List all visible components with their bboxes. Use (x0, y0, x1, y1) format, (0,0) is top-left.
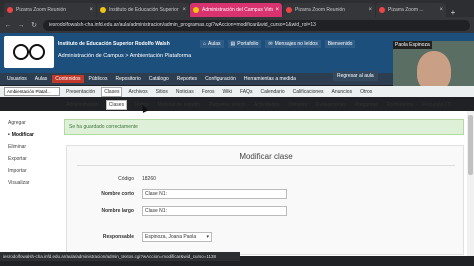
browser-tab[interactable]: Pizarra Zoom Reunión × (4, 3, 96, 17)
browser-tab[interactable]: Pizarra Zoom Reunión × (283, 3, 375, 17)
scrollbar-thumb[interactable] (468, 115, 473, 175)
left-menu: Agregar Modificar Eliminar Exportar Impo… (6, 117, 56, 189)
class-select[interactable]: Ambientación Plataf... (4, 87, 60, 96)
edit-class-form: Modificar clase Código 18260 Nombre cort… (66, 145, 464, 255)
tool-wiki[interactable]: Wiki (220, 88, 233, 96)
action-clases[interactable]: Clases (105, 99, 128, 110)
codigo-label: Código (118, 176, 134, 182)
tool-sitios[interactable]: Sitios (154, 88, 170, 96)
browser-tab[interactable]: Instituto de Educación Superior ... × (97, 3, 189, 17)
zoom-icon (7, 7, 13, 13)
close-icon[interactable]: × (439, 7, 443, 13)
link-status-bar: iesrodolfowalsh-cha.infd.edu.ar/aula/adm… (0, 252, 240, 261)
nombre-corto-input[interactable]: Clase N1: (142, 189, 287, 199)
tool-clases[interactable]: Clases (101, 86, 123, 97)
institution-logo (4, 36, 54, 68)
nombre-largo-row: Nombre largo Clase N1: (67, 206, 465, 216)
return-to-class-button[interactable]: Regresar al aula (333, 71, 378, 81)
responsable-row: Responsable Espinoza, Joana Paola ▾ (67, 232, 465, 242)
aulas-button[interactable]: ⌂ Aulas (200, 40, 224, 48)
action-actividades[interactable]: Actividades (252, 101, 282, 109)
action-recursos-lti[interactable]: Recursos LTI (420, 101, 453, 109)
menu-exportar[interactable]: Exportar (6, 153, 56, 165)
close-icon[interactable]: × (275, 7, 279, 13)
video-name-label: Paola Espinoza (393, 41, 432, 49)
nombre-corto-row: Nombre corto Clase N1: (67, 189, 465, 199)
portafolio-button[interactable]: ▤ Portafolio (227, 40, 262, 48)
tool-anuncios[interactable]: Anuncios (330, 88, 355, 96)
institution-name: Instituto de Educación Superior Rodolfo … (58, 41, 170, 47)
nav-configuracion[interactable]: Configuración (202, 75, 239, 83)
nombre-corto-label: Nombre corto (101, 191, 134, 197)
browser-tab-bar: Pizarra Zoom Reunión × Instituto de Educa… (0, 0, 474, 17)
folder-icon: ▤ (230, 41, 236, 47)
tool-presentacion[interactable]: Presentación (64, 88, 97, 96)
nav-usuarios[interactable]: Usuarios (4, 75, 30, 83)
action-debates[interactable]: Debates (287, 101, 310, 109)
browser-tab-active[interactable]: Administración del Campus Virtual × (190, 3, 282, 17)
action-scorm[interactable]: Paquetes scorm (207, 101, 247, 109)
tool-calificaciones[interactable]: Calificaciones (291, 88, 326, 96)
tool-otros[interactable]: Otros (358, 88, 374, 96)
content-action-bar: Administración Clases Textos Material de… (64, 99, 474, 110)
success-alert: Se ha guardado correctamente (64, 119, 464, 135)
tool-archivos[interactable]: Archivos (126, 88, 149, 96)
zoom-icon (286, 7, 292, 13)
glasses-logo-icon (13, 44, 45, 60)
tool-foros[interactable]: Foros (200, 88, 217, 96)
home-icon: ⌂ (203, 41, 207, 47)
site-icon (193, 7, 199, 13)
menu-importar[interactable]: Importar (6, 165, 56, 177)
nav-herramientas[interactable]: Herramientas a medida (241, 75, 299, 83)
nombre-largo-label: Nombre largo (101, 208, 134, 214)
nav-publicos[interactable]: Públicos (86, 75, 111, 83)
address-bar-row: ← → ↻ iesrodolfowalsh-cha.infd.edu.ar/au… (0, 17, 474, 33)
action-evaluaciones[interactable]: Evaluaciones (314, 101, 348, 109)
new-tab-button[interactable]: + (447, 8, 459, 17)
action-preguntas[interactable]: Preguntas (353, 101, 380, 109)
tool-calendario[interactable]: Calendario (258, 88, 286, 96)
form-title: Modificar clase (239, 152, 293, 161)
tool-noticias[interactable]: Noticias (174, 88, 196, 96)
user-menu-button[interactable]: Bienvenido (324, 40, 356, 48)
menu-eliminar[interactable]: Eliminar (6, 141, 56, 153)
close-icon[interactable]: × (89, 7, 93, 13)
url-input[interactable]: iesrodolfowalsh-cha.infd.edu.ar/aula/adm… (43, 19, 470, 31)
close-icon[interactable]: × (368, 7, 372, 13)
zoom-icon (379, 7, 385, 13)
nav-aulas[interactable]: Aulas (32, 75, 51, 83)
reload-icon[interactable]: ↻ (30, 21, 38, 29)
responsable-label: Responsable (102, 234, 134, 240)
nav-reportes[interactable]: Reportes (174, 75, 200, 83)
action-administracion[interactable]: Administración (64, 101, 101, 109)
person-face (417, 51, 451, 91)
menu-agregar[interactable]: Agregar (6, 117, 56, 129)
menu-visualizar[interactable]: Visualizar (6, 177, 56, 189)
mail-icon: ✉ (268, 41, 273, 47)
responsable-select[interactable]: Espinoza, Joana Paola ▾ (142, 232, 212, 242)
codigo-row: Código 18260 (67, 174, 465, 184)
nombre-largo-input[interactable]: Clase N1: (142, 206, 287, 216)
tools-row: Ambientación Plataf... Presentación Clas… (0, 86, 474, 97)
tool-faqs[interactable]: FAQs (238, 88, 255, 96)
main-content: Agregar Modificar Eliminar Exportar Impo… (0, 111, 474, 256)
divider (77, 165, 455, 166)
chevron-down-icon: ▾ (206, 234, 209, 240)
action-material[interactable]: Material de estudio (156, 101, 202, 109)
codigo-value: 18260 (142, 176, 156, 182)
back-icon[interactable]: ← (4, 22, 12, 29)
header-buttons: ⌂ Aulas ▤ Portafolio ✉ Mensajes no leídos B… (200, 40, 356, 48)
admin-breadcrumb: Administración de Campus > Ambientación … (58, 53, 192, 59)
nav-contenidos[interactable]: Contenidos (52, 75, 84, 83)
site-icon (100, 7, 106, 13)
browser-tab[interactable]: Pizarra Zoom ... × (376, 3, 446, 17)
close-icon[interactable]: × (182, 7, 186, 13)
nav-catalogo[interactable]: Catálogo (146, 75, 172, 83)
action-formularios[interactable]: Formularios (385, 101, 415, 109)
forward-icon[interactable]: → (17, 22, 25, 29)
menu-modificar[interactable]: Modificar (6, 129, 56, 141)
page-scrollbar[interactable] (467, 111, 474, 256)
nav-repositorio[interactable]: Repositorio (112, 75, 143, 83)
mensajes-button[interactable]: ✉ Mensajes no leídos (265, 40, 321, 48)
